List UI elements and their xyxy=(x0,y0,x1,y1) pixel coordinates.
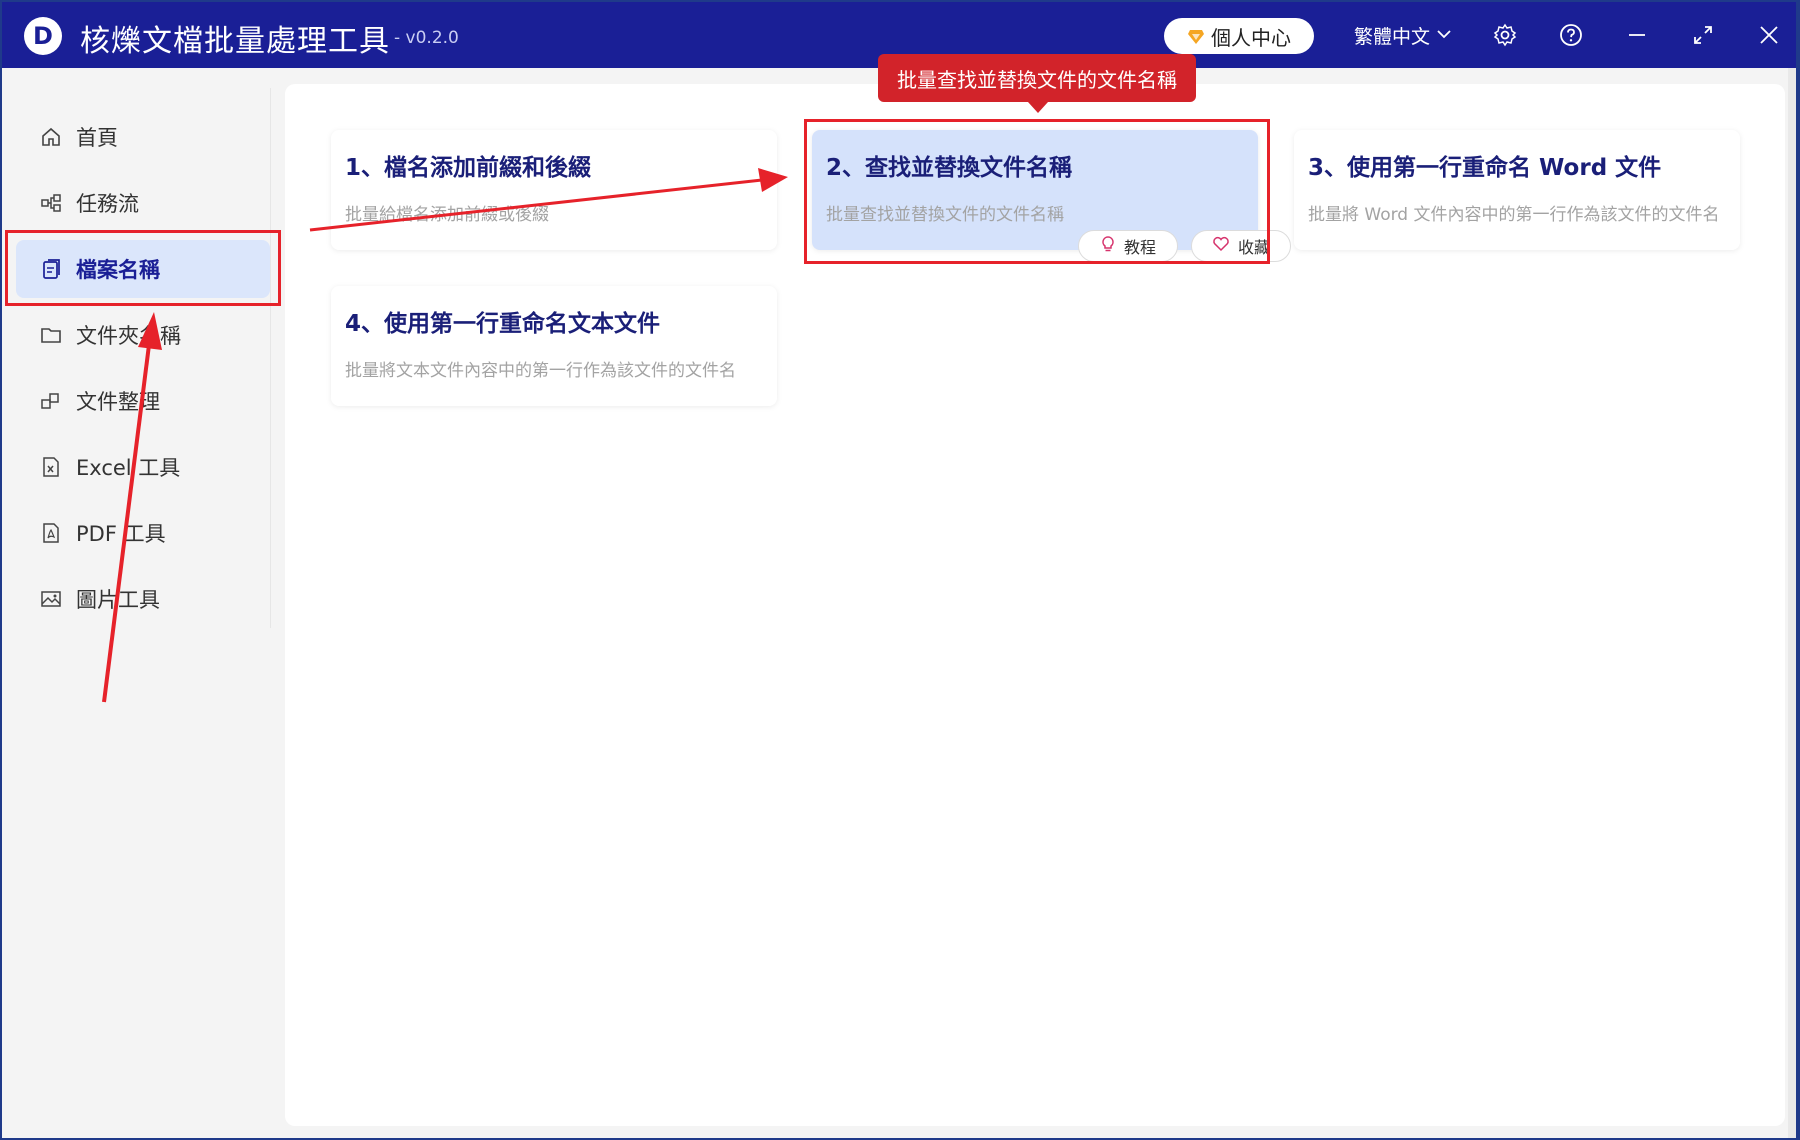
diamond-icon xyxy=(1187,27,1205,45)
sidebar: 首頁 任務流 檔案名稱 文件夾名稱 文件整理 Excel 工具 PDF 工具 圖… xyxy=(2,68,270,628)
chevron-down-icon xyxy=(1436,25,1452,47)
user-center-button[interactable]: 個人中心 xyxy=(1164,18,1314,54)
language-select[interactable]: 繁體中文 xyxy=(1354,22,1452,49)
sidebar-item-label: 任務流 xyxy=(76,192,139,216)
scrollbar[interactable] xyxy=(1788,68,1796,1138)
sidebar-item-label: Excel 工具 xyxy=(76,456,181,480)
user-center-label: 個人中心 xyxy=(1211,25,1291,50)
sidebar-item-label: 首頁 xyxy=(76,126,118,150)
sidebar-item-folder-name[interactable]: 文件夾名稱 xyxy=(16,306,270,364)
maximize-icon[interactable] xyxy=(1690,22,1716,48)
app-window: D 核爍文檔批量處理工具 - v0.2.0 個人中心 繁體中文 首頁 任務流 檔… xyxy=(2,2,1796,1138)
sidebar-item-home[interactable]: 首頁 xyxy=(16,108,270,166)
sidebar-item-organize[interactable]: 文件整理 xyxy=(16,372,270,430)
tooltip: 批量查找並替換文件的文件名稱 xyxy=(878,54,1196,102)
excel-icon xyxy=(40,456,62,478)
gear-icon[interactable] xyxy=(1492,22,1518,48)
sidebar-item-image[interactable]: 圖片工具 xyxy=(16,570,270,628)
card-description: 批量將 Word 文件內容中的第一行作為該文件的文件名 xyxy=(1308,205,1720,225)
card-description: 批量將文本文件內容中的第一行作為該文件的文件名 xyxy=(345,361,736,381)
folder-icon xyxy=(40,324,62,346)
tool-card-word-rename[interactable]: 3、使用第一行重命名 Word 文件 批量將 Word 文件內容中的第一行作為該… xyxy=(1294,130,1740,250)
highlight-box-card xyxy=(804,119,1270,264)
sidebar-item-label: PDF 工具 xyxy=(76,522,166,546)
tool-card-text-rename[interactable]: 4、使用第一行重命名文本文件 批量將文本文件內容中的第一行作為該文件的文件名 xyxy=(331,286,777,406)
language-label: 繁體中文 xyxy=(1354,26,1431,48)
close-icon[interactable] xyxy=(1756,22,1782,48)
logo-letter: D xyxy=(33,22,53,50)
tool-card-add-prefix-suffix[interactable]: 1、檔名添加前綴和後綴 批量給檔名添加前綴或後綴 xyxy=(331,130,777,250)
tooltip-arrow xyxy=(1028,102,1048,113)
card-title: 4、使用第一行重命名文本文件 xyxy=(345,311,661,337)
help-icon[interactable] xyxy=(1558,22,1584,48)
card-title: 3、使用第一行重命名 Word 文件 xyxy=(1308,155,1662,181)
home-icon xyxy=(40,126,62,148)
workflow-icon xyxy=(40,192,62,214)
sidebar-item-label: 圖片工具 xyxy=(76,588,160,612)
sidebar-item-workflow[interactable]: 任務流 xyxy=(16,174,270,232)
sidebar-item-label: 文件夾名稱 xyxy=(76,324,181,348)
sidebar-divider xyxy=(270,88,271,628)
sidebar-item-excel[interactable]: Excel 工具 xyxy=(16,438,270,496)
image-icon xyxy=(40,588,62,610)
organize-icon xyxy=(40,390,62,412)
app-logo: D xyxy=(24,17,62,55)
pdf-icon xyxy=(40,522,62,544)
sidebar-item-pdf[interactable]: PDF 工具 xyxy=(16,504,270,562)
minimize-icon[interactable] xyxy=(1624,22,1650,48)
card-title: 1、檔名添加前綴和後綴 xyxy=(345,155,592,181)
sidebar-item-label: 文件整理 xyxy=(76,390,160,414)
highlight-box-sidebar xyxy=(5,230,281,306)
card-description: 批量給檔名添加前綴或後綴 xyxy=(345,205,549,225)
app-title: 核爍文檔批量處理工具 xyxy=(80,24,390,59)
app-version: - v0.2.0 xyxy=(394,28,459,48)
